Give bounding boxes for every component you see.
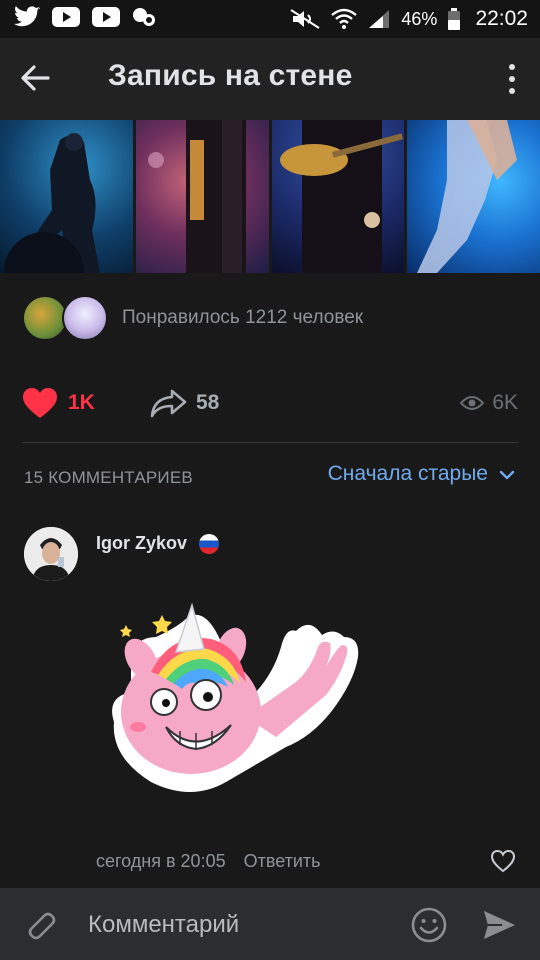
- send-icon[interactable]: [480, 906, 518, 944]
- comments-header: 15 КОММЕНТАРИЕВ Сначала старые: [22, 462, 518, 492]
- post-photo-4[interactable]: [407, 120, 540, 273]
- share-count: 58: [196, 391, 220, 414]
- system-indicators: 46% 22:02: [289, 4, 528, 34]
- more-vertical-icon[interactable]: [506, 62, 518, 96]
- post-photo-strip: [0, 120, 540, 273]
- divider: [22, 442, 518, 443]
- post-actions: 1K 58 6K: [22, 382, 518, 424]
- liker-avatar: [62, 295, 108, 341]
- comment-item: Igor Zykov сегодня в 20:05 Ответить: [22, 525, 522, 885]
- eye-icon: [460, 396, 485, 410]
- twitter-icon: [14, 6, 40, 27]
- sort-label: Сначала старые: [327, 462, 488, 485]
- post-photo-2[interactable]: [135, 120, 269, 273]
- signal-icon: [369, 10, 390, 28]
- wifi-icon: [331, 8, 358, 29]
- status-bar: 46% 22:02: [0, 0, 540, 38]
- views-count: 6K: [492, 391, 518, 414]
- comment-composer: [0, 888, 540, 960]
- youtube-icon-2: [92, 7, 120, 27]
- battery-percent: 46%: [401, 8, 438, 29]
- youtube-icon: [52, 7, 80, 27]
- like-count: 1K: [68, 391, 95, 414]
- post-photo-1[interactable]: [0, 120, 133, 273]
- liked-by-row[interactable]: Понравилось 1212 человек: [22, 295, 363, 341]
- app-notification-icon: [133, 8, 155, 26]
- emoji-smile-icon[interactable]: [410, 906, 448, 944]
- share-button[interactable]: 58: [150, 382, 219, 424]
- comment-footer: сегодня в 20:05 Ответить: [96, 851, 321, 872]
- comment-author[interactable]: Igor Zykov: [96, 533, 187, 554]
- unicorn-sticker[interactable]: [96, 597, 386, 807]
- sort-order-button[interactable]: Сначала старые: [328, 462, 518, 486]
- heart-filled-icon: [23, 388, 57, 418]
- like-button[interactable]: 1K: [22, 382, 95, 424]
- battery-icon: [448, 8, 461, 30]
- comments-count: 15 КОММЕНТАРИЕВ: [24, 468, 193, 487]
- app-screen: 46% 22:02 Запись на стене Понравилось 12…: [0, 0, 540, 960]
- comment-time: сегодня в 20:05: [96, 851, 226, 871]
- mute-icon: [290, 9, 320, 29]
- share-arrow-icon: [150, 389, 187, 418]
- liked-by-text: Понравилось 1212 человек: [122, 307, 364, 328]
- avatar[interactable]: [24, 527, 78, 581]
- page-title: Запись на стене: [108, 59, 353, 92]
- chevron-down-icon: [499, 470, 515, 480]
- paperclip-icon[interactable]: [22, 908, 58, 944]
- reply-button[interactable]: Ответить: [244, 851, 321, 872]
- views-counter: 6K: [460, 382, 518, 424]
- post-photo-3[interactable]: [271, 120, 405, 273]
- back-arrow-icon[interactable]: [18, 60, 54, 96]
- clock: 22:02: [475, 7, 528, 30]
- comment-input[interactable]: [86, 904, 390, 946]
- heart-outline-icon[interactable]: [490, 848, 516, 874]
- russia-flag-icon: [199, 534, 219, 554]
- top-app-bar: Запись на стене: [0, 38, 540, 120]
- notification-icons: [14, 6, 156, 28]
